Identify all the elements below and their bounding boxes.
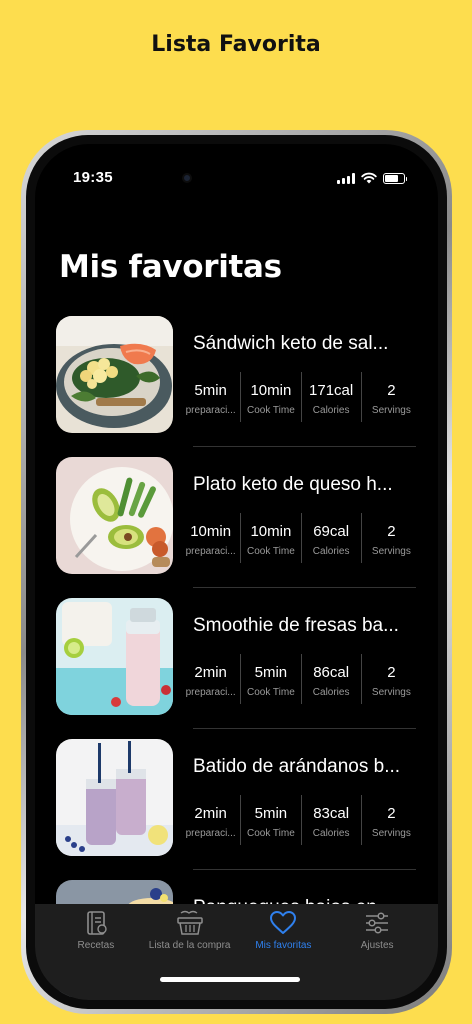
prep-time-stat: 5min preparaci... <box>181 372 240 422</box>
recipe-image <box>56 739 173 856</box>
front-camera <box>182 173 192 183</box>
stat-label: Cook Time <box>246 687 295 698</box>
stat-value: 10min <box>190 523 232 540</box>
stat-label: Calories <box>312 546 350 557</box>
stat-label: Calories <box>312 405 350 416</box>
recipe-image <box>56 457 173 574</box>
tab-bar: Recetas Lista de la compra Mis favoritas… <box>35 904 438 1000</box>
prep-time-stat: 2min preparaci... <box>181 654 240 704</box>
stat-label: preparaci... <box>185 828 236 839</box>
recipe-stats: 5min preparaci... 10min Cook Time 171cal Ca… <box>181 372 421 422</box>
page-title: Mis favoritas <box>59 249 282 285</box>
stat-value: 2 <box>387 805 396 822</box>
stat-value: 2 <box>387 523 396 540</box>
stat-value: 10min <box>250 382 292 399</box>
battery-icon <box>383 172 407 184</box>
stat-value: 69cal <box>313 523 350 540</box>
tab-label: Mis favoritas <box>255 940 312 951</box>
recipe-title: Plato keto de queso h... <box>193 474 393 495</box>
sliders-icon <box>366 912 389 934</box>
cook-time-stat: 10min Cook Time <box>240 372 300 422</box>
recipe-book-icon <box>87 911 107 935</box>
servings-stat: 2 Servings <box>360 795 421 845</box>
stat-label: preparaci... <box>185 687 236 698</box>
prep-time-stat: 2min preparaci... <box>181 795 240 845</box>
tab-lista-compra[interactable]: Lista de la compra <box>143 910 237 951</box>
servings-stat: 2 Servings <box>360 372 421 422</box>
tab-recetas[interactable]: Recetas <box>49 910 143 951</box>
home-indicator[interactable] <box>160 977 300 982</box>
stat-label: Servings <box>371 828 411 839</box>
stat-value: 10min <box>250 523 292 540</box>
heart-icon <box>270 911 297 934</box>
calories-stat: 83cal Calories <box>300 795 361 845</box>
stat-label: Calories <box>312 687 350 698</box>
stat-value: 83cal <box>313 805 350 822</box>
banner-title: Lista Favorita <box>151 32 321 57</box>
cook-time-stat: 5min Cook Time <box>240 795 300 845</box>
stat-label: Cook Time <box>246 405 295 416</box>
recipe-image <box>56 316 173 433</box>
recipe-image <box>56 598 173 715</box>
stat-label: preparaci... <box>185 405 236 416</box>
recipe-card[interactable]: Batido de arándanos b... 2min preparaci..… <box>56 729 416 870</box>
recipe-stats: 10min preparaci... 10min Cook Time 69cal Ca… <box>181 513 421 563</box>
servings-stat: 2 Servings <box>360 654 421 704</box>
stat-value: 2min <box>194 664 227 681</box>
tab-label: Recetas <box>77 940 115 951</box>
recipe-card[interactable]: Plato keto de queso h... 10min preparaci.… <box>56 447 416 588</box>
recipe-card[interactable]: Smoothie de fresas ba... 2min preparaci..… <box>56 588 416 729</box>
calories-stat: 69cal Calories <box>300 513 361 563</box>
cook-time-stat: 5min Cook Time <box>240 654 300 704</box>
stat-label: Cook Time <box>246 828 295 839</box>
calories-stat: 171cal Calories <box>300 372 361 422</box>
stat-label: Calories <box>312 828 350 839</box>
status-time: 19:35 <box>73 169 113 186</box>
tab-label: Lista de la compra <box>148 940 231 951</box>
stat-label: preparaci... <box>185 546 236 557</box>
cellular-signal-icon <box>337 172 355 184</box>
phone-frame: 19:35 Mis favoritas Sándwich keto de sal… <box>21 130 452 1014</box>
recipe-title: Sándwich keto de sal... <box>193 333 389 354</box>
stat-value: 2min <box>194 805 227 822</box>
stat-value: 5min <box>194 382 227 399</box>
stat-value: 2 <box>387 382 396 399</box>
tab-label: Ajustes <box>360 940 394 951</box>
status-bar: 19:35 <box>35 169 438 189</box>
recipe-stats: 2min preparaci... 5min Cook Time 83cal Calo… <box>181 795 421 845</box>
stat-value: 86cal <box>313 664 350 681</box>
recipe-stats: 2min preparaci... 5min Cook Time 86cal Calo… <box>181 654 421 704</box>
recipe-title: Batido de arándanos b... <box>193 756 401 777</box>
cook-time-stat: 10min Cook Time <box>240 513 300 563</box>
stat-label: Cook Time <box>246 546 295 557</box>
tab-ajustes[interactable]: Ajustes <box>330 910 424 951</box>
stat-value: 2 <box>387 664 396 681</box>
stat-label: Servings <box>371 687 411 698</box>
app-screen: 19:35 Mis favoritas Sándwich keto de sal… <box>35 144 438 1000</box>
calories-stat: 86cal Calories <box>300 654 361 704</box>
recipe-card[interactable]: Sándwich keto de sal... 5min preparaci...… <box>56 306 416 447</box>
wifi-icon <box>361 172 377 184</box>
stat-value: 5min <box>254 805 288 822</box>
tab-mis-favoritas[interactable]: Mis favoritas <box>237 910 331 951</box>
grocery-basket-icon <box>176 910 203 935</box>
stat-label: Servings <box>371 405 411 416</box>
stat-value: 171cal <box>309 382 354 399</box>
prep-time-stat: 10min preparaci... <box>181 513 240 563</box>
servings-stat: 2 Servings <box>360 513 421 563</box>
favorites-list: Sándwich keto de sal... 5min preparaci...… <box>56 306 416 1000</box>
stat-label: Servings <box>371 546 411 557</box>
stat-value: 5min <box>254 664 288 681</box>
recipe-title: Smoothie de fresas ba... <box>193 615 399 636</box>
